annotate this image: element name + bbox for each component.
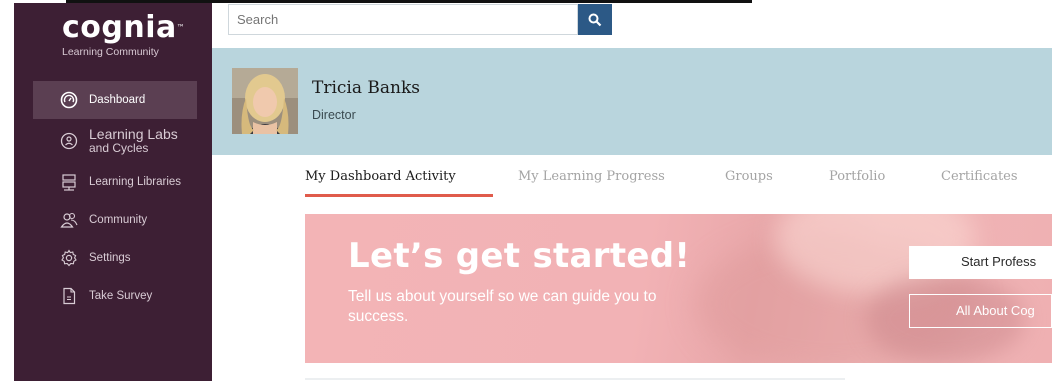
community-icon: [60, 212, 78, 228]
sidebar-item-label: Learning Libraries: [89, 176, 182, 188]
sidebar-item-settings[interactable]: Settings: [33, 239, 197, 277]
tab-my-dashboard-activity[interactable]: My Dashboard Activity: [305, 169, 456, 184]
sidebar-edge: [0, 3, 14, 381]
search-icon: [588, 13, 602, 26]
sidebar-item-label: Take Survey: [89, 290, 153, 302]
library-icon: [62, 174, 76, 191]
sidebar-item-label: Settings: [89, 252, 131, 264]
avatar-photo: [232, 68, 298, 134]
logo-wordmark: cognia: [62, 10, 177, 45]
getting-started-banner: Let’s get started! Tell us about yoursel…: [305, 214, 1052, 363]
sidebar-item-label: Dashboard: [89, 94, 146, 106]
tab-portfolio[interactable]: Portfolio: [829, 169, 885, 184]
banner-title: Let’s get started!: [348, 236, 691, 276]
profile-header: Tricia Banks Director: [212, 48, 1052, 155]
sidebar: cognia™ Learning Community Dashboard Lea…: [0, 3, 212, 381]
sidebar-item-learning-libraries[interactable]: Learning Libraries: [33, 163, 197, 201]
all-about-cognia-button[interactable]: All About Cog: [909, 294, 1052, 328]
logo-subtitle: Learning Community: [62, 46, 159, 58]
profile-name: Tricia Banks: [312, 78, 421, 98]
search-button[interactable]: [578, 4, 612, 35]
sidebar-item-take-survey[interactable]: Take Survey: [33, 277, 197, 315]
dashboard-gauge-icon: [60, 91, 78, 109]
sidebar-nav: Dashboard Learning Labs and Cycles Learni…: [33, 81, 197, 315]
tab-certificates[interactable]: Certificates: [941, 169, 1018, 184]
sidebar-item-label: Community: [89, 214, 148, 226]
banner-text: Tell us about yourself so we can guide y…: [348, 288, 657, 325]
tab-my-learning-progress[interactable]: My Learning Progress: [518, 169, 665, 184]
tab-groups[interactable]: Groups: [725, 169, 773, 184]
gear-icon: [61, 249, 77, 267]
active-tab-indicator: [305, 194, 493, 197]
logo-trademark: ™: [176, 23, 186, 32]
sidebar-item-sublabel: and Cycles: [89, 141, 149, 155]
sidebar-item-dashboard[interactable]: Dashboard: [33, 81, 197, 119]
sidebar-item-community[interactable]: Community: [33, 201, 197, 239]
sidebar-item-learning-labs[interactable]: Learning Labs and Cycles: [33, 119, 197, 163]
learning-labs-icon: [60, 132, 78, 150]
start-profile-button[interactable]: Start Profess: [909, 246, 1052, 279]
cognia-logo[interactable]: cognia™ Learning Community: [62, 10, 185, 59]
profile-role: Director: [312, 108, 356, 122]
search-input[interactable]: [228, 4, 578, 35]
sidebar-item-label: Learning Labs: [89, 126, 178, 142]
content-divider: [305, 378, 845, 380]
document-icon: [63, 287, 76, 305]
avatar[interactable]: [232, 68, 298, 134]
